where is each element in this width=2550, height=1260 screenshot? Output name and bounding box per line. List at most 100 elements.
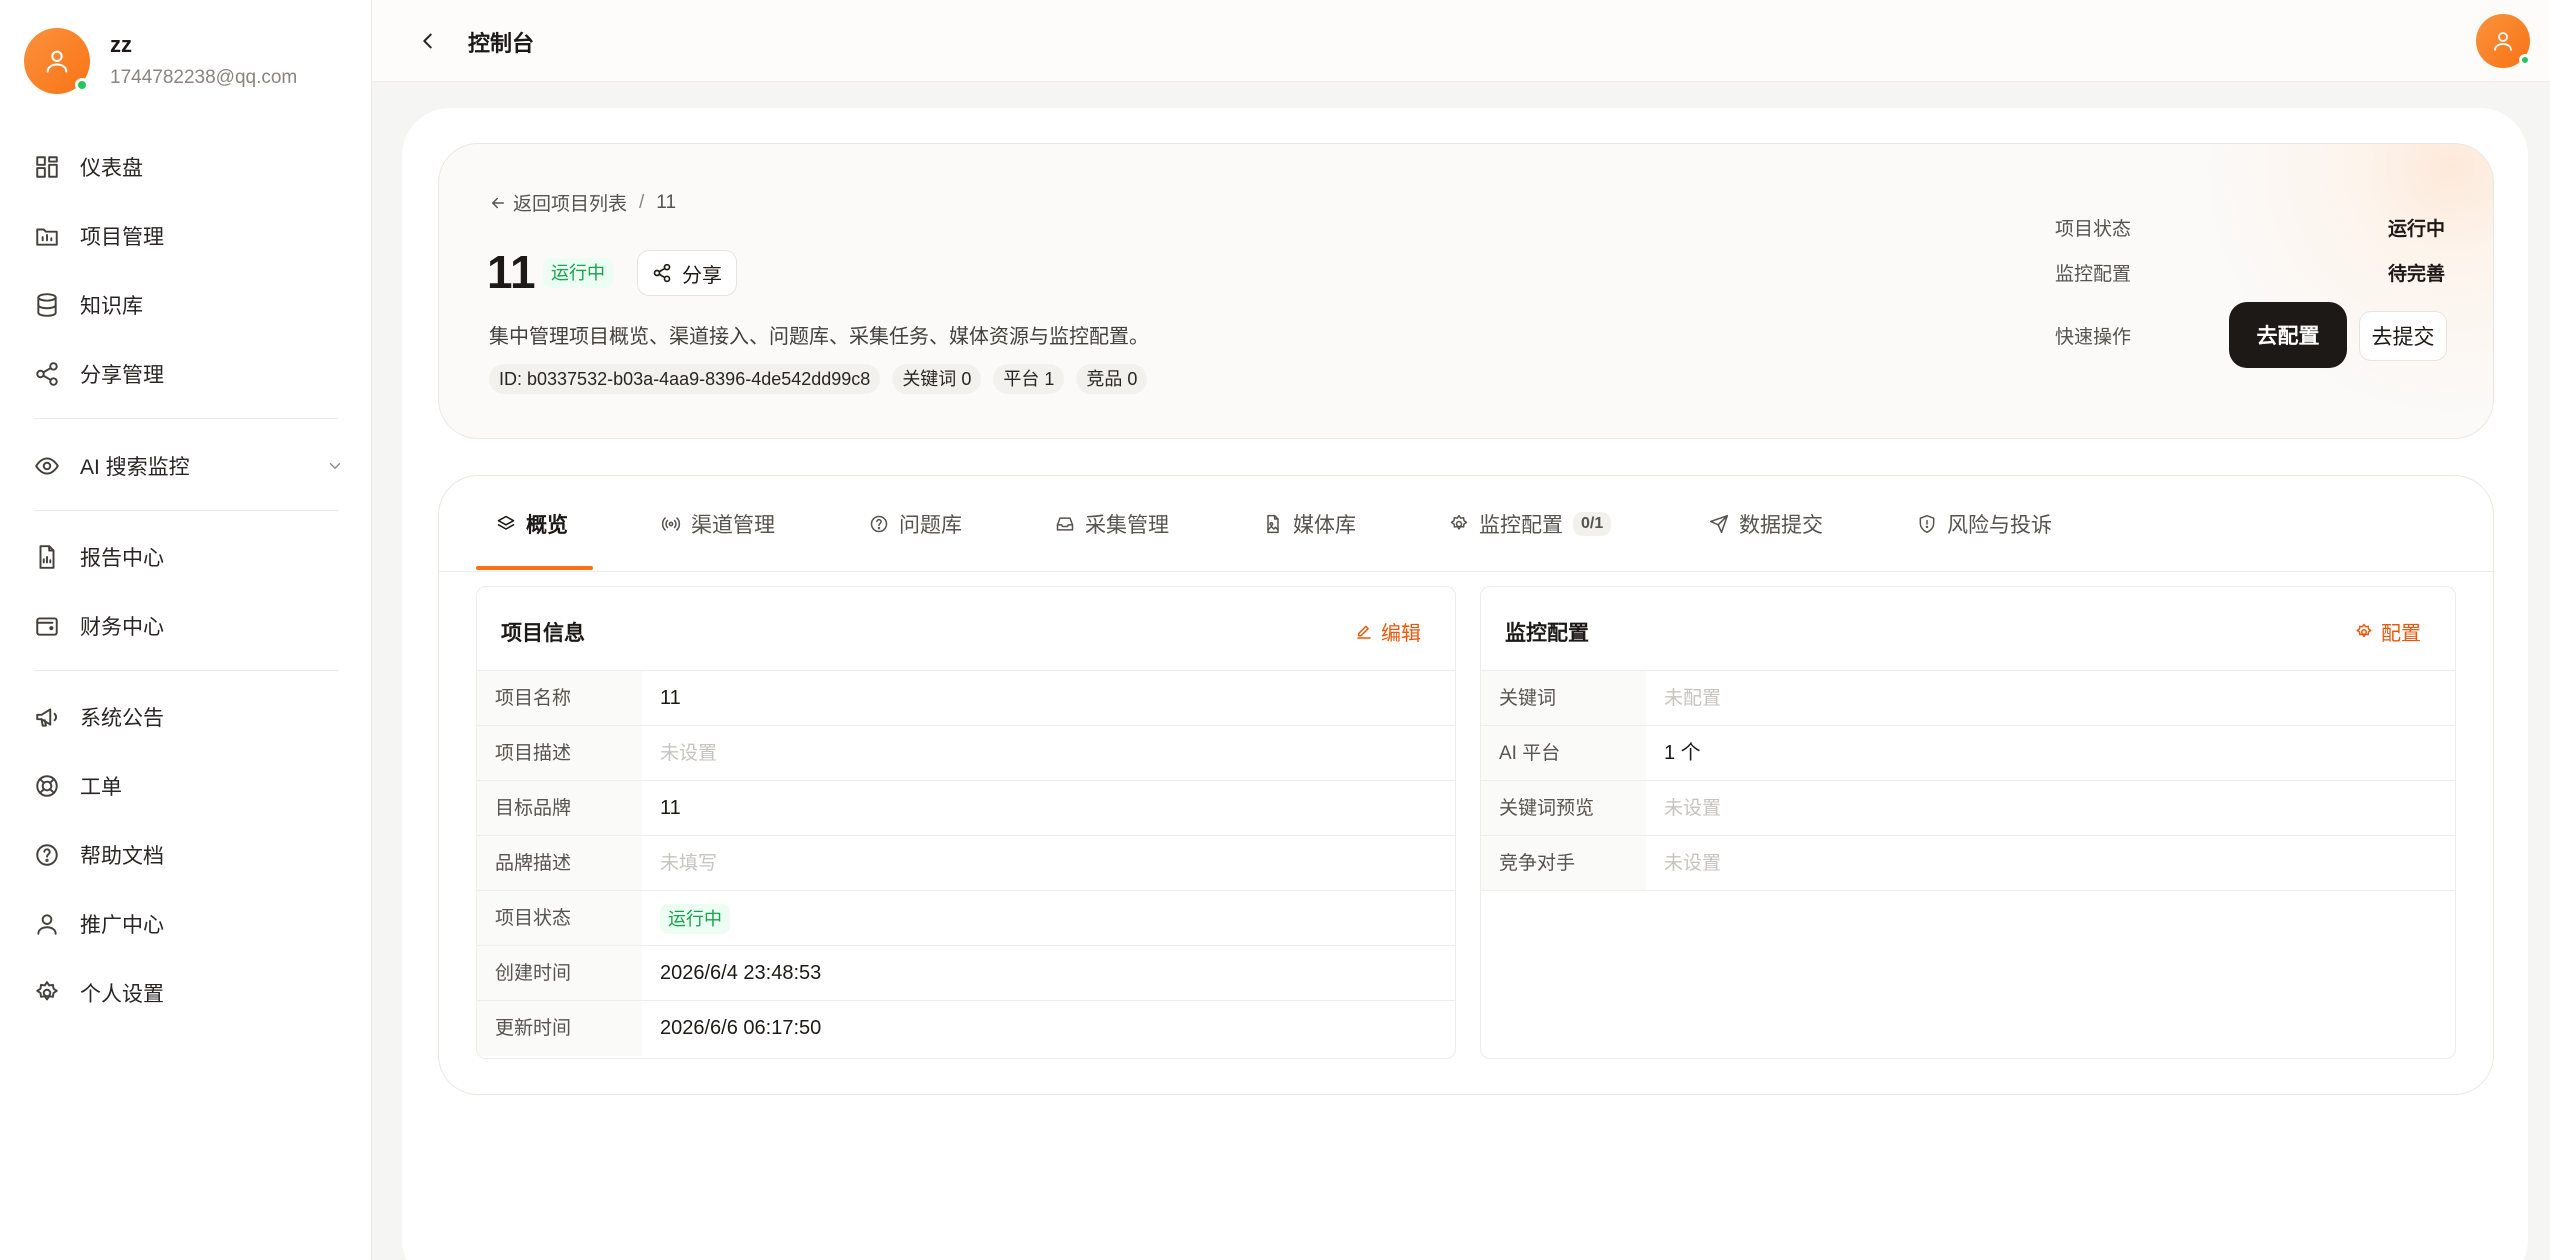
row-label: 关键词预览 bbox=[1481, 781, 1646, 835]
info-row-created-at: 创建时间 2026/6/4 23:48:53 bbox=[477, 946, 1455, 1001]
monitor-config-panel: 监控配置 配置 关键词 未配置 AI 平台 1 个 关键词预览 未设置 竞争对手… bbox=[1480, 586, 2456, 1059]
page-title: 控制台 bbox=[468, 31, 535, 56]
configure-link-label: 配置 bbox=[2381, 623, 2421, 645]
divider bbox=[34, 670, 338, 671]
row-value: 未设置 bbox=[660, 743, 718, 764]
user-profile[interactable]: zz 1744782238@qq.com bbox=[24, 28, 297, 94]
broadcast-icon bbox=[661, 517, 681, 531]
top-bar: 控制台 bbox=[372, 0, 2550, 82]
config-row-competitors: 竞争对手 未设置 bbox=[1481, 836, 2455, 891]
sidebar-item-finance[interactable]: 财务中心 bbox=[34, 604, 344, 648]
configure-button[interactable]: 去配置 bbox=[2229, 302, 2347, 368]
config-row-keyword-preview: 关键词预览 未设置 bbox=[1481, 781, 2455, 836]
project-description: 集中管理项目概览、渠道接入、问题库、采集任务、媒体资源与监控配置。 bbox=[489, 326, 1149, 348]
quick-actions-label: 快速操作 bbox=[2055, 327, 2132, 348]
question-icon bbox=[870, 515, 888, 533]
lifebuoy-icon bbox=[36, 775, 58, 797]
edit-button-label: 编辑 bbox=[1381, 623, 1421, 645]
sidebar-item-label: 仪表盘 bbox=[80, 157, 143, 180]
header-avatar[interactable] bbox=[2476, 14, 2531, 68]
tab-channels[interactable]: 渠道管理 bbox=[661, 504, 775, 544]
row-value: 未设置 bbox=[1664, 798, 1722, 819]
chevron-down-icon[interactable] bbox=[326, 457, 344, 475]
tab-label: 监控配置 bbox=[1479, 514, 1563, 537]
eye-icon bbox=[35, 457, 59, 475]
sidebar-item-reports[interactable]: 报告中心 bbox=[34, 535, 344, 579]
folder-icon bbox=[36, 228, 58, 246]
configure-link[interactable]: 配置 bbox=[2355, 617, 2421, 646]
project-status-label: 项目状态 bbox=[2055, 219, 2132, 240]
share-button[interactable]: 分享 bbox=[637, 250, 737, 296]
tab-label: 风险与投诉 bbox=[1947, 514, 2052, 537]
panel-title: 项目信息 bbox=[501, 622, 585, 645]
divider bbox=[34, 418, 338, 419]
database-icon bbox=[37, 293, 57, 317]
row-value: 2026/6/4 23:48:53 bbox=[660, 962, 822, 984]
row-value: 11 bbox=[660, 797, 681, 819]
project-info-panel: 项目信息 编辑 项目名称 11 项目描述 未设置 目标品牌 11 品牌描述 未填… bbox=[476, 586, 1456, 1059]
avatar[interactable] bbox=[24, 28, 90, 94]
tab-collection[interactable]: 采集管理 bbox=[1055, 504, 1169, 544]
tab-label: 渠道管理 bbox=[691, 514, 775, 537]
sidebar-item-knowledge[interactable]: 知识库 bbox=[34, 283, 344, 327]
info-row-brand-description: 品牌描述 未填写 bbox=[477, 836, 1455, 891]
back-to-list-link[interactable]: 返回项目列表 bbox=[489, 189, 627, 216]
breadcrumb-current: 11 bbox=[656, 191, 677, 213]
online-status-dot bbox=[75, 78, 89, 92]
sidebar-item-projects[interactable]: 项目管理 bbox=[34, 214, 344, 258]
tab-questions[interactable]: 问题库 bbox=[869, 504, 962, 544]
breadcrumb: 返回项目列表 / 11 bbox=[489, 189, 676, 216]
back-to-list-label: 返回项目列表 bbox=[513, 194, 628, 215]
sidebar-item-announcements[interactable]: 系统公告 bbox=[34, 695, 344, 739]
tab-overview[interactable]: 概览 bbox=[496, 504, 568, 544]
row-label: AI 平台 bbox=[1481, 726, 1646, 780]
arrow-left-icon bbox=[492, 197, 504, 208]
layers-icon bbox=[497, 515, 515, 530]
sidebar-item-help[interactable]: 帮助文档 bbox=[34, 833, 344, 877]
sidebar-item-label: 帮助文档 bbox=[80, 845, 164, 868]
monitor-config-value: 待完善 bbox=[2387, 264, 2445, 285]
back-button[interactable] bbox=[412, 25, 444, 57]
pencil-icon bbox=[1357, 625, 1371, 639]
online-status-dot bbox=[2519, 54, 2531, 66]
tab-label: 采集管理 bbox=[1085, 514, 1169, 537]
active-tab-indicator bbox=[476, 566, 593, 570]
tab-monitor-config[interactable]: 监控配置 0/1 bbox=[1449, 504, 1612, 544]
sidebar-item-label: 项目管理 bbox=[80, 226, 164, 249]
sidebar-item-label: 分享管理 bbox=[80, 364, 164, 387]
sidebar-item-label: 推广中心 bbox=[80, 914, 164, 937]
file-image-icon bbox=[1267, 514, 1279, 534]
gear-icon bbox=[1450, 514, 1468, 530]
tab-risk-complaints[interactable]: 风险与投诉 bbox=[1917, 504, 2052, 544]
panel-title: 监控配置 bbox=[1505, 622, 1589, 645]
sidebar-item-dashboard[interactable]: 仪表盘 bbox=[34, 145, 344, 189]
row-label: 目标品牌 bbox=[477, 781, 642, 835]
keyword-count-chip: 关键词 0 bbox=[892, 364, 982, 394]
tab-media[interactable]: 媒体库 bbox=[1263, 504, 1356, 544]
sidebar-item-ai-monitor[interactable]: AI 搜索监控 bbox=[34, 444, 344, 488]
project-title: 11 bbox=[487, 246, 536, 298]
divider bbox=[34, 510, 338, 511]
row-label: 创建时间 bbox=[477, 946, 642, 1000]
sidebar-item-label: 财务中心 bbox=[80, 616, 164, 639]
inbox-icon bbox=[1056, 517, 1074, 531]
tab-data-submit[interactable]: 数据提交 bbox=[1709, 504, 1823, 544]
sidebar-item-settings[interactable]: 个人设置 bbox=[34, 971, 344, 1015]
submit-button[interactable]: 去提交 bbox=[2359, 311, 2447, 361]
edit-button[interactable]: 编辑 bbox=[1355, 617, 1421, 646]
row-label: 竞争对手 bbox=[1481, 836, 1646, 890]
chevron-left-icon bbox=[423, 33, 432, 49]
sidebar-item-tickets[interactable]: 工单 bbox=[34, 764, 344, 808]
tab-label: 数据提交 bbox=[1739, 514, 1823, 537]
info-row-project-name: 项目名称 11 bbox=[477, 671, 1455, 726]
sidebar-item-share[interactable]: 分享管理 bbox=[34, 352, 344, 396]
megaphone-icon bbox=[36, 708, 57, 727]
sidebar-item-promotion[interactable]: 推广中心 bbox=[34, 902, 344, 946]
panel-header: 项目信息 编辑 bbox=[477, 587, 1455, 671]
status-badge: 运行中 bbox=[660, 903, 730, 934]
sidebar-item-label: 报告中心 bbox=[80, 547, 164, 570]
sidebar-item-label: 系统公告 bbox=[80, 707, 164, 730]
tab-label: 媒体库 bbox=[1293, 514, 1356, 537]
user-email: 1744782238@qq.com bbox=[110, 67, 298, 88]
report-icon bbox=[39, 545, 55, 569]
